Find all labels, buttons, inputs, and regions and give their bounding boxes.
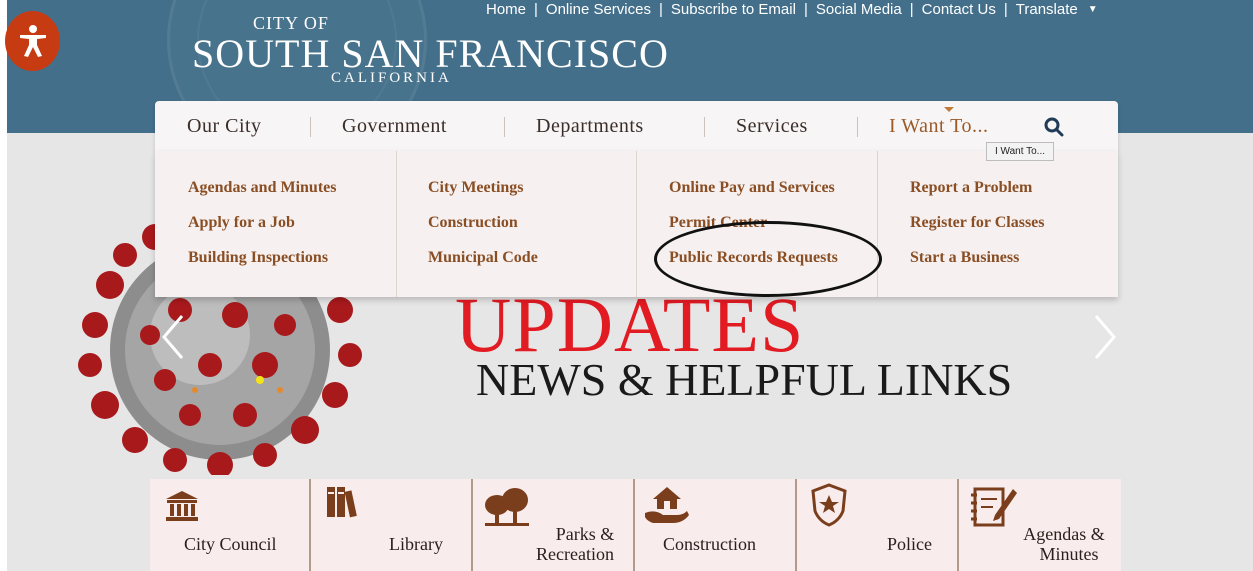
top-link-home[interactable]: Home	[486, 1, 526, 18]
top-link-separator: |	[803, 1, 808, 18]
top-link-separator: |	[534, 1, 538, 18]
quick-links-bar: City Council Library Parks & Recreation	[150, 479, 1121, 571]
nav-item-our-city[interactable]: Our City	[187, 115, 262, 138]
nav-tooltip: I Want To...	[986, 142, 1054, 161]
quick-link-parks-recreation[interactable]: Parks & Recreation	[473, 479, 633, 571]
quick-link-label: City Council	[184, 534, 277, 554]
top-link-translate[interactable]: Translate	[1016, 1, 1078, 18]
active-nav-caret-icon	[944, 107, 954, 112]
quick-link-agendas-minutes[interactable]: Agendas & Minutes	[959, 479, 1121, 571]
quick-link-label-line1: Parks &	[555, 524, 615, 544]
translate-caret-icon[interactable]: ▼	[1088, 4, 1098, 15]
dropdown-link-register-classes[interactable]: Register for Classes	[910, 214, 1045, 232]
dropdown-link-apply-job[interactable]: Apply for a Job	[188, 214, 295, 232]
accessibility-button[interactable]	[5, 11, 60, 71]
dropdown-divider	[396, 151, 397, 297]
top-link-social-media[interactable]: Social Media	[816, 1, 902, 18]
trees-icon	[485, 488, 529, 526]
top-link-contact[interactable]: Contact Us	[922, 1, 996, 18]
nav-item-i-want-to[interactable]: I Want To...	[889, 115, 988, 138]
utility-links: Home | Online Services | Subscribe to Em…	[486, 1, 1098, 18]
dropdown-link-report-problem[interactable]: Report a Problem	[910, 179, 1032, 197]
search-icon[interactable]	[1044, 117, 1064, 137]
city-hall-icon	[166, 491, 198, 521]
nav-divider	[504, 117, 505, 137]
quick-link-label: Library	[389, 534, 443, 554]
slide-subtitle: NEWS & HELPFUL LINKS	[476, 354, 1013, 405]
dropdown-divider	[636, 151, 637, 297]
nav-item-services[interactable]: Services	[736, 115, 808, 138]
logo-state[interactable]: CALIFORNIA	[331, 70, 452, 87]
quick-link-label-line1: Agendas &	[1023, 524, 1105, 544]
dropdown-link-online-pay[interactable]: Online Pay and Services	[669, 179, 835, 197]
top-link-separator: |	[1003, 1, 1008, 18]
quick-link-library[interactable]: Library	[311, 479, 471, 571]
chevron-left-icon[interactable]	[158, 312, 188, 362]
dropdown-link-municipal-code[interactable]: Municipal Code	[428, 249, 538, 267]
top-link-separator: |	[658, 1, 663, 18]
nav-item-government[interactable]: Government	[342, 115, 447, 138]
dropdown-link-city-meetings[interactable]: City Meetings	[428, 179, 524, 197]
accessibility-person-icon	[19, 25, 46, 57]
dropdown-link-start-business[interactable]: Start a Business	[910, 249, 1019, 267]
notepad-icon	[971, 487, 1017, 527]
highlight-circle-annotation	[654, 221, 882, 297]
nav-divider	[704, 117, 705, 137]
quick-link-police[interactable]: Police	[797, 479, 957, 571]
i-want-to-dropdown: Agendas and Minutes Apply for a Job Buil…	[155, 151, 1118, 297]
dropdown-link-construction[interactable]: Construction	[428, 214, 518, 232]
quick-link-label: Police	[887, 534, 932, 554]
top-link-online-services[interactable]: Online Services	[546, 1, 651, 18]
quick-link-construction[interactable]: Construction	[635, 479, 795, 571]
main-nav: Our City Government Departments Services…	[155, 101, 1118, 151]
top-link-separator: |	[909, 1, 914, 18]
nav-divider	[857, 117, 858, 137]
top-link-subscribe[interactable]: Subscribe to Email	[671, 1, 796, 18]
quick-link-label: Construction	[663, 534, 756, 554]
books-icon	[327, 487, 357, 518]
chevron-right-icon[interactable]	[1090, 312, 1120, 362]
quick-link-label-line2: Minutes	[1039, 544, 1099, 564]
police-badge-icon	[811, 483, 847, 527]
dropdown-link-agendas-minutes[interactable]: Agendas and Minutes	[188, 179, 336, 197]
quick-link-label-line2: Recreation	[536, 544, 614, 564]
nav-divider	[310, 117, 311, 137]
quick-link-city-council[interactable]: City Council	[150, 479, 309, 571]
dropdown-divider	[877, 151, 878, 297]
house-in-hand-icon	[645, 487, 689, 523]
nav-item-departments[interactable]: Departments	[536, 115, 644, 138]
dropdown-link-building-inspections[interactable]: Building Inspections	[188, 249, 328, 267]
